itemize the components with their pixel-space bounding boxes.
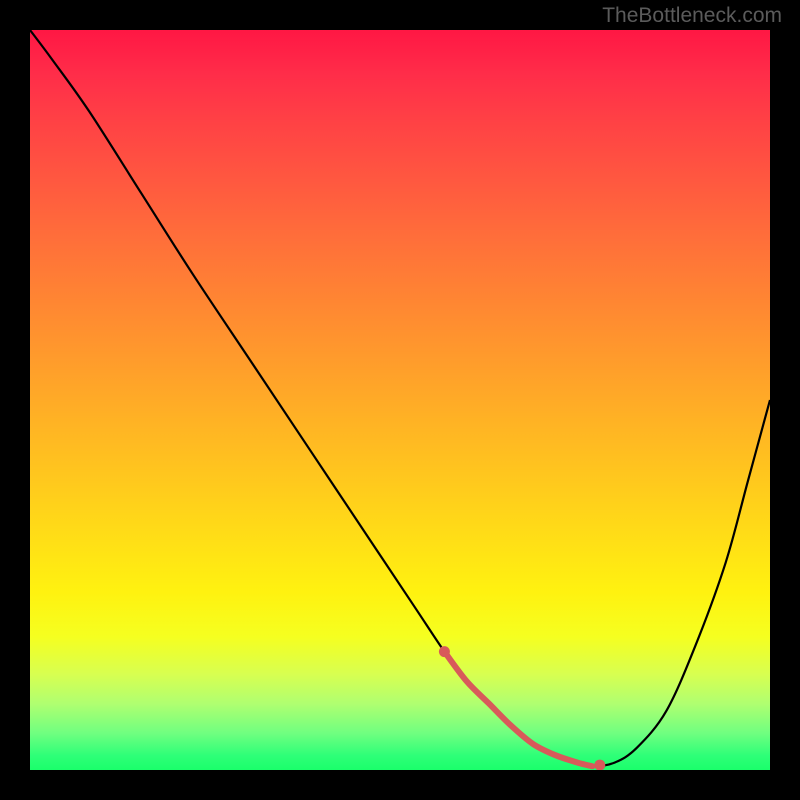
optimal-range-segment [444,652,592,767]
watermark-text: TheBottleneck.com [602,4,782,28]
optimal-start-dot [439,646,450,657]
optimal-end-dot [594,760,605,770]
chart-plot-area [30,30,770,770]
curve-svg [30,30,770,770]
bottleneck-curve [30,30,770,766]
